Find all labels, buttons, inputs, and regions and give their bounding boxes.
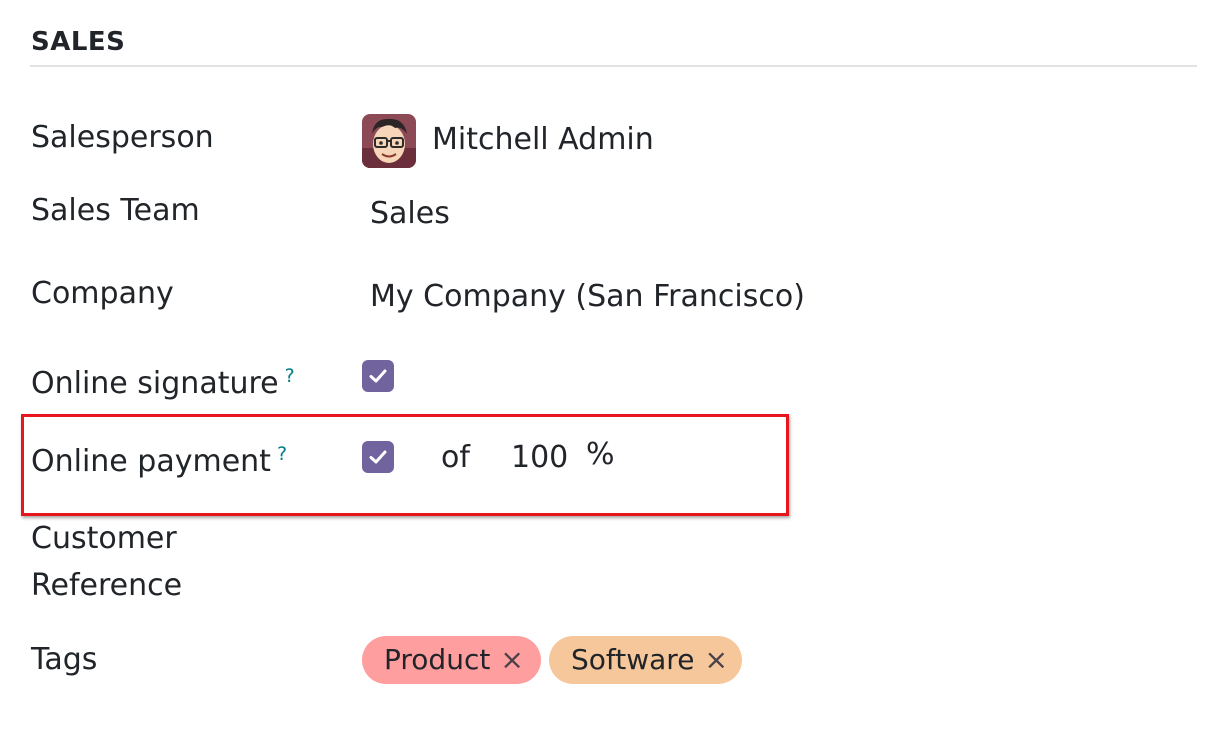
tag-product[interactable]: Product × <box>362 636 541 684</box>
tag-label: Software <box>571 643 695 676</box>
online-payment-percent-sign: % <box>586 437 615 472</box>
section-title: SALES <box>31 27 126 57</box>
tag-label: Product <box>384 643 491 676</box>
online-payment-label-text: Online payment <box>31 444 271 479</box>
company-value[interactable]: My Company (San Francisco) <box>370 279 805 314</box>
online-payment-percent-input[interactable]: 100 <box>511 440 568 475</box>
online-signature-label: Online signature? <box>31 353 295 407</box>
salesperson-value[interactable]: Mitchell Admin <box>432 122 654 157</box>
checkmark-icon <box>369 450 387 464</box>
online-payment-of-text: of <box>441 440 470 475</box>
customer-reference-label-line1: Customer <box>31 521 177 556</box>
salesperson-avatar <box>362 114 416 168</box>
sales-team-label: Sales Team <box>31 193 200 228</box>
salesperson-label: Salesperson <box>31 120 214 155</box>
online-payment-help-icon[interactable]: ? <box>277 443 287 465</box>
sales-team-value[interactable]: Sales <box>370 196 450 231</box>
online-signature-help-icon[interactable]: ? <box>285 365 295 387</box>
tag-remove-icon[interactable]: × <box>704 636 727 684</box>
checkmark-icon <box>369 369 387 383</box>
customer-reference-label-line2: Reference <box>31 568 183 603</box>
online-payment-label: Online payment? <box>31 431 287 485</box>
company-label: Company <box>31 276 174 311</box>
tag-remove-icon[interactable]: × <box>500 636 523 684</box>
tag-software[interactable]: Software × <box>549 636 742 684</box>
avatar-cartoon-icon <box>362 114 416 168</box>
online-signature-checkbox[interactable] <box>362 360 394 392</box>
online-signature-label-text: Online signature <box>31 366 279 401</box>
customer-reference-input[interactable] <box>370 528 770 568</box>
online-payment-checkbox[interactable] <box>362 441 394 473</box>
tags-label: Tags <box>31 642 98 677</box>
section-divider <box>30 65 1197 67</box>
